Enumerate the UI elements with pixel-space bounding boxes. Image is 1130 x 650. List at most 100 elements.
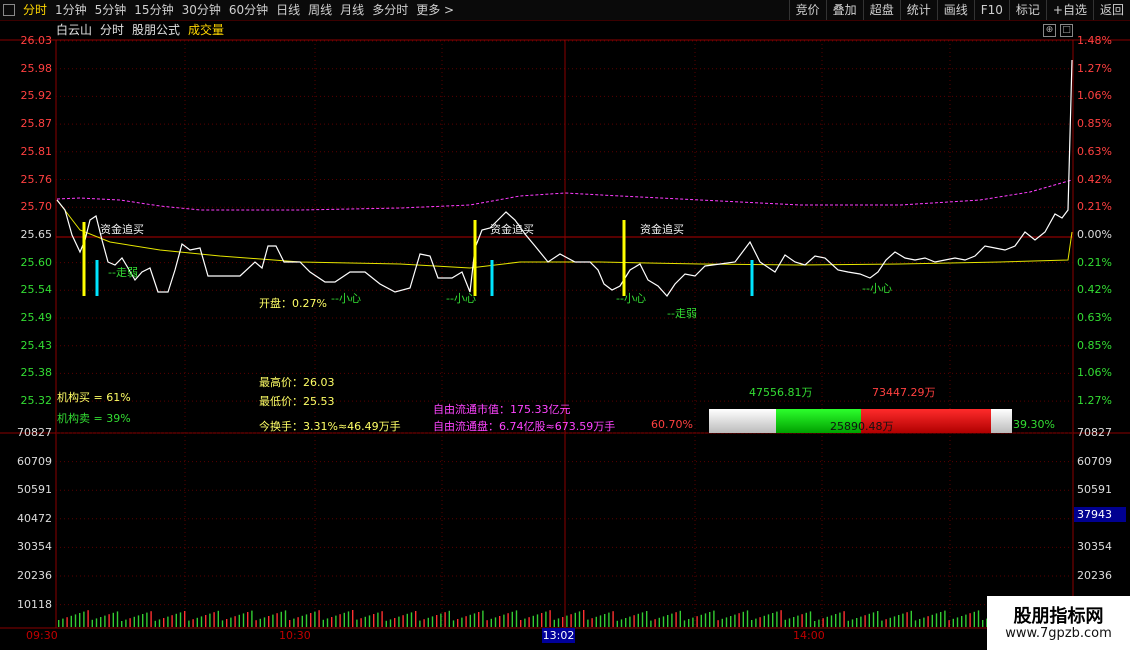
volume-bar — [696, 616, 698, 627]
volume-bar — [125, 619, 127, 627]
axis-tick-label: 40472 — [17, 511, 52, 525]
axis-tick-label: 25.70 — [20, 200, 53, 214]
volume-bar — [683, 620, 686, 627]
volume-bar — [494, 617, 497, 627]
volume-bar — [570, 614, 572, 627]
volume-bar — [238, 614, 240, 627]
volume-bar — [923, 617, 925, 627]
volume-bar — [79, 613, 81, 627]
volume-bar — [793, 617, 795, 627]
volume-bar — [835, 614, 837, 627]
volume-bar — [520, 620, 522, 627]
volume-bar — [108, 614, 110, 627]
time-label-1030: 10:30 — [279, 629, 311, 642]
free-float-market-cap: 自由流通市值：175.33亿元 — [433, 403, 571, 416]
axis-tick-label: 25.60 — [20, 255, 53, 269]
volume-bar — [200, 616, 203, 627]
volume-bar — [104, 615, 106, 627]
volume-bar — [230, 617, 232, 627]
time-cursor-label: 13:02 — [542, 628, 575, 643]
volume-bar — [625, 618, 627, 627]
volume-bar — [503, 614, 505, 627]
sell-ratio-percent: 39.30% — [1013, 418, 1055, 431]
axis-tick-label: 1.48% — [1077, 34, 1112, 47]
volume-bar — [133, 616, 135, 627]
volume-bar — [562, 617, 564, 627]
volume-bar — [969, 613, 971, 627]
signal-label-caution: --小心 — [331, 292, 361, 305]
volume-bar — [860, 616, 862, 627]
signal-label-caution: --小心 — [616, 292, 646, 305]
axis-tick-label: 25.54 — [20, 283, 53, 297]
volume-bar — [272, 614, 274, 627]
volume-bar — [646, 611, 648, 627]
volume-bar — [608, 612, 610, 627]
volume-bar — [335, 615, 337, 627]
volume-bar — [587, 619, 589, 627]
volume-bar — [620, 619, 623, 627]
red-volume-value: 73447.29万 — [872, 386, 936, 399]
time-label-1400: 14:00 — [793, 629, 825, 642]
volume-bar — [700, 614, 702, 627]
volume-bar — [478, 612, 480, 627]
volume-bar — [956, 617, 959, 627]
volume-bar — [444, 612, 446, 627]
volume-bar — [919, 619, 921, 627]
volume-bar — [440, 613, 442, 627]
volume-bar — [872, 612, 875, 627]
volume-bar — [763, 615, 765, 627]
volume-bar — [692, 617, 694, 627]
institution-buy: 机构买 = 61% — [57, 391, 131, 404]
intraday-chart[interactable] — [0, 0, 1130, 650]
volume-bar — [121, 621, 123, 627]
volume-bar — [331, 617, 333, 627]
volume-bar — [66, 617, 68, 627]
volume-bar — [112, 612, 114, 627]
volume-bar — [675, 612, 677, 627]
volume-bar — [95, 618, 98, 627]
volume-bar — [297, 617, 299, 627]
volume-bar — [293, 618, 295, 627]
volume-bar — [62, 618, 64, 627]
volume-bar — [713, 610, 715, 627]
axis-tick-label: 30354 — [17, 540, 52, 554]
volume-bar — [935, 613, 938, 627]
volume-bar — [914, 620, 917, 627]
watermark-url: www.7gpzb.com — [1005, 626, 1112, 641]
institution-sell: 机构卖 = 39% — [57, 412, 131, 425]
signal-label-buy: 资金追买 — [490, 223, 534, 236]
volume-bar — [394, 618, 396, 627]
volume-bar — [759, 617, 761, 627]
volume-bar — [490, 618, 492, 627]
volume-bar — [704, 613, 707, 627]
volume-bar — [70, 615, 72, 627]
volume-bar — [830, 615, 833, 627]
watermark-title: 股朋指标网 — [1013, 606, 1104, 627]
volume-bar — [679, 610, 681, 627]
volume-bar — [851, 619, 854, 627]
volume-bar — [751, 620, 753, 627]
volume-bar — [280, 611, 282, 627]
volume-bar — [629, 616, 631, 627]
turnover-rate: 今换手：3.31%≈46.49万手 — [259, 420, 401, 433]
volume-bar — [402, 615, 404, 627]
volume-bar — [339, 614, 341, 627]
volume-bar — [641, 612, 644, 627]
axis-tick-label: 25.65 — [20, 227, 53, 241]
signal-label-caution: --小心 — [446, 292, 476, 305]
volume-bar — [381, 611, 383, 627]
axis-tick-label: 60709 — [1077, 454, 1112, 468]
volume-bar — [326, 618, 329, 627]
axis-tick-label: 50591 — [1077, 483, 1112, 497]
volume-bar — [58, 620, 60, 627]
volume-bar — [419, 620, 421, 627]
volume-bar — [507, 613, 509, 627]
volume-bar — [591, 618, 593, 627]
volume-bar — [637, 613, 639, 627]
axis-tick-label: 0.85% — [1077, 338, 1112, 352]
axis-tick-label: 50591 — [17, 483, 52, 497]
volume-bar — [343, 612, 345, 627]
volume-bar — [650, 620, 652, 627]
volume-bar — [931, 614, 933, 627]
volume-bar — [801, 614, 803, 627]
